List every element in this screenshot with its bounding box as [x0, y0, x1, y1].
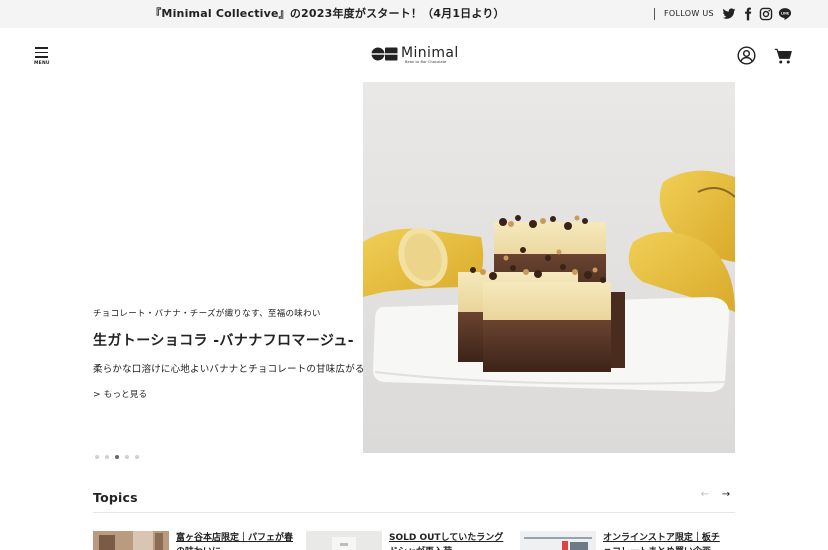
site-logo[interactable]: Minimal Bean to Bar Chocolate — [371, 45, 461, 66]
hero-image — [363, 82, 735, 453]
hero-slider: チョコレート・バナナ・チーズが織りなす、至福の味わい 生ガトーショコラ -バナナ… — [0, 82, 828, 462]
follow-us-label: FOLLOW US — [664, 9, 714, 18]
topic-title: オンラインストア限定｜板チョコレートまとめ買い企画 — [603, 533, 720, 550]
slider-dot[interactable] — [95, 455, 99, 459]
slider-dot[interactable] — [135, 455, 139, 459]
topic-title: 富ヶ谷本店限定｜パフェが春の味わいに — [176, 533, 294, 550]
announcement-divider — [654, 8, 655, 20]
svg-text:LINE: LINE — [781, 12, 789, 16]
hero-subtitle: チョコレート・バナナ・チーズが織りなす、至福の味わい — [93, 309, 321, 319]
cart-button[interactable] — [774, 47, 792, 65]
instagram-icon[interactable] — [759, 7, 773, 21]
hero-more-link[interactable]: > もっと見る — [93, 388, 147, 400]
slider-dot[interactable] — [115, 455, 119, 459]
user-icon — [737, 46, 756, 65]
account-button[interactable] — [737, 46, 756, 65]
menu-label: MENU — [34, 60, 50, 66]
slider-dots — [95, 444, 145, 459]
logo-mark-icon — [371, 47, 398, 61]
topics-prev-button[interactable]: ← — [698, 488, 712, 502]
topics-next-button[interactable]: → — [719, 488, 733, 502]
hero-more-label: もっと見る — [103, 390, 148, 400]
announcement-text[interactable]: 『Minimal Collective』の2023年度がスタート！（4月1日より… — [0, 0, 655, 28]
topic-title: SOLD OUTしていたラングドシャが再入荷 — [389, 533, 504, 550]
hero-title: 生ガトーショコラ -バナナフロマージュ- — [93, 333, 354, 349]
topic-thumbnail — [93, 531, 169, 550]
logo-subtext: Bean to Bar Chocolate — [405, 60, 447, 64]
cart-icon — [774, 48, 792, 64]
hamburger-icon — [35, 47, 48, 49]
logo-text: Minimal — [401, 45, 459, 61]
hamburger-icon-bar — [35, 56, 48, 58]
topics-heading: Topics — [93, 490, 138, 505]
site-header: MENU Minimal Bean to Bar Chocolate — [0, 28, 828, 82]
announcement-bar: 『Minimal Collective』の2023年度がスタート！（4月1日より… — [0, 0, 828, 28]
slider-dot[interactable] — [105, 455, 109, 459]
menu-button[interactable]: MENU — [34, 47, 50, 67]
topic-thumbnail — [306, 531, 382, 550]
facebook-icon[interactable] — [741, 7, 755, 21]
twitter-icon[interactable] — [722, 7, 736, 21]
topic-thumbnail — [520, 531, 596, 550]
hamburger-icon-bar — [35, 51, 48, 54]
line-icon[interactable]: LINE — [778, 7, 792, 21]
slider-dot[interactable] — [125, 455, 129, 459]
chevron-right-icon: > — [93, 390, 101, 400]
topics-divider — [93, 512, 735, 513]
